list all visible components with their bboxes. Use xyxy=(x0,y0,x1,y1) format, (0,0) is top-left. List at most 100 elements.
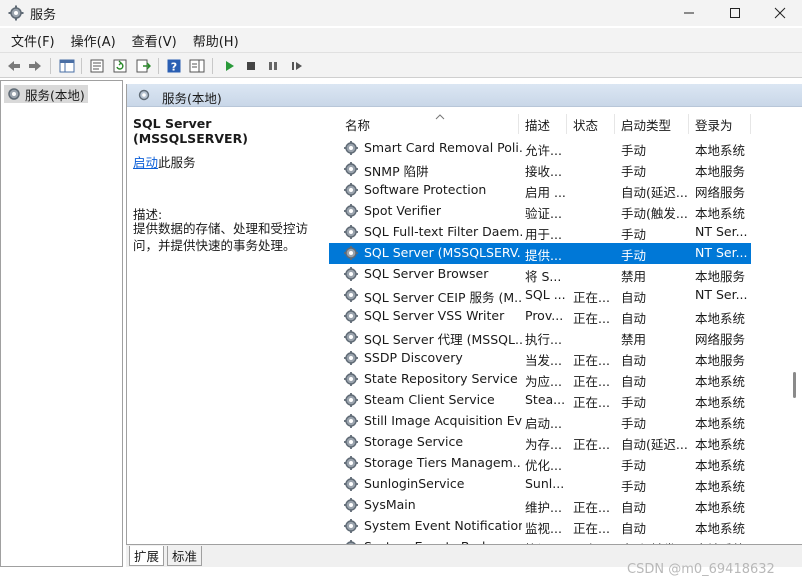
description-text: 提供数据的存储、处理和受控访问，并提供快速的事务处理。 xyxy=(133,221,309,253)
service-row[interactable]: SQL Full-text Filter Daem... 用于... 手动 NT Se… xyxy=(329,222,751,243)
pause-service-button[interactable] xyxy=(264,57,282,75)
service-row[interactable]: System Events Broker协调...正在...自动(触发...本地… xyxy=(329,537,751,544)
service-logon-as: 本地系统 xyxy=(695,311,746,326)
service-name: System Event Notification... xyxy=(364,518,522,533)
refresh-button[interactable] xyxy=(111,57,129,75)
service-description: Prov... xyxy=(525,308,564,323)
column-header-status[interactable]: 状态 xyxy=(567,114,615,134)
export-icon xyxy=(136,59,151,73)
service-startup-type: 手动 xyxy=(621,227,647,242)
service-row[interactable]: Steam Client Service Stea... 正在... 手动 本地系统 xyxy=(329,390,751,411)
service-startup-type: 自动(延迟... xyxy=(621,185,688,200)
service-name: Steam Client Service xyxy=(364,392,495,407)
menu-help[interactable]: 帮助(H) xyxy=(188,31,244,50)
service-gear-icon xyxy=(343,140,359,156)
service-description: 启用 ... xyxy=(525,185,566,200)
console-tree-icon xyxy=(59,59,75,73)
maximize-button[interactable] xyxy=(712,0,758,26)
start-service-link[interactable]: 启动 xyxy=(133,155,158,170)
service-row[interactable]: Spot Verifier 验证... 手动(触发... 本地系统 xyxy=(329,201,751,222)
help-button[interactable]: ? xyxy=(165,57,183,75)
stop-icon xyxy=(247,62,255,70)
service-description: 优化... xyxy=(525,458,562,473)
service-gear-icon xyxy=(343,350,359,366)
tab-standard[interactable]: 标准 xyxy=(167,546,203,566)
service-row[interactable]: SQL Server CEIP 服务 (M... SQL ... 正在... 自动 NT… xyxy=(329,285,751,306)
service-logon-as: 本地服务 xyxy=(695,353,746,368)
service-row[interactable]: SSDP Discovery 当发... 正在... 自动 本地服务 xyxy=(329,348,751,369)
close-button[interactable] xyxy=(757,0,802,26)
service-description: 允许... xyxy=(525,143,562,158)
service-row[interactable]: SunloginService Sunl... 手动 本地系统 xyxy=(329,474,751,495)
service-logon-as: NT Ser... xyxy=(695,287,748,302)
service-startup-type: 手动 xyxy=(621,458,647,473)
service-startup-type: 手动 xyxy=(621,143,647,158)
list-header: 名称 描述 状态 启动类型 登录为 xyxy=(329,108,802,136)
service-status: 正在... xyxy=(573,311,610,326)
menu-file[interactable]: 文件(F) xyxy=(6,31,60,50)
service-logon-as: 本地系统 xyxy=(695,416,746,431)
column-header-logon-as[interactable]: 登录为 xyxy=(689,114,751,134)
service-row[interactable]: Software Protection 启用 ... 自动(延迟... 网络服务 xyxy=(329,180,751,201)
service-startup-type: 手动 xyxy=(621,395,647,410)
service-gear-icon xyxy=(343,161,359,177)
service-row[interactable]: SQL Server (MSSQLSERV... 提供... 手动 NT Ser... xyxy=(329,243,751,264)
service-name: SQL Server 代理 (MSSQL... xyxy=(364,332,522,347)
service-logon-as: 本地系统 xyxy=(695,395,746,410)
service-logon-as: 本地系统 xyxy=(695,374,746,389)
vertical-scrollbar[interactable] xyxy=(787,104,802,544)
service-status: 正在... xyxy=(573,437,610,452)
menu-view[interactable]: 查看(V) xyxy=(127,31,182,50)
service-row[interactable]: Storage Tiers Managem... 优化... 手动 本地系统 xyxy=(329,453,751,474)
service-status: 正在... xyxy=(573,500,610,515)
service-description: SQL ... xyxy=(525,287,566,302)
minimize-button[interactable] xyxy=(666,0,712,26)
service-row[interactable]: Still Image Acquisition Ev... 启动... 手动 本地系统 xyxy=(329,411,751,432)
column-header-description[interactable]: 描述 xyxy=(519,114,567,134)
scrollbar-thumb[interactable] xyxy=(793,372,796,398)
stop-service-button[interactable] xyxy=(242,57,260,75)
restart-icon xyxy=(292,62,302,70)
service-row[interactable]: SQL Server VSS Writer Prov... 正在... 自动 本地系统 xyxy=(329,306,751,327)
service-detail-panel: SQL Server (MSSQLSERVER) 启动此服务 描述: 提供数据的… xyxy=(127,108,329,544)
start-service-button[interactable] xyxy=(220,57,238,75)
action-pane-button[interactable] xyxy=(188,57,206,75)
menu-action[interactable]: 操作(A) xyxy=(66,31,121,50)
service-row[interactable]: SQL Server Browser 将 S... 禁用 本地服务 xyxy=(329,264,751,285)
properties-button[interactable] xyxy=(88,57,106,75)
toolbar-separator xyxy=(50,58,51,74)
tree-item-services-local[interactable]: 服务(本地) xyxy=(4,85,88,103)
restart-service-button[interactable] xyxy=(288,57,306,75)
service-logon-as: 本地服务 xyxy=(695,269,746,284)
forward-button[interactable] xyxy=(26,57,44,75)
service-row[interactable]: Storage Service 为存... 正在... 自动(延迟... 本地系统 xyxy=(329,432,751,453)
service-row[interactable]: SQL Server 代理 (MSSQL... 执行... 禁用 网络服务 xyxy=(329,327,751,348)
service-startup-type: 手动 xyxy=(621,164,647,179)
service-description: 监视... xyxy=(525,521,562,536)
export-list-button[interactable] xyxy=(134,57,152,75)
service-gear-icon xyxy=(343,308,359,324)
watermark: CSDN @m0_69418632 xyxy=(627,562,775,577)
tab-extended[interactable]: 扩展 xyxy=(129,546,165,566)
service-description: 提供... xyxy=(525,248,562,263)
service-row[interactable]: SysMain 维护... 正在... 自动 本地系统 xyxy=(329,495,751,516)
pane-header: 服务(本地) xyxy=(127,84,802,107)
service-row[interactable]: State Repository Service 为应... 正在... 自动 本地系统 xyxy=(329,369,751,390)
minimize-icon xyxy=(684,12,694,14)
service-row[interactable]: Smart Card Removal Poli... 允许... 手动 本地系统 xyxy=(329,138,751,159)
service-gear-icon xyxy=(343,329,359,345)
service-description: 维护... xyxy=(525,500,562,515)
services-pane: 服务(本地) SQL Server (MSSQLSERVER) 启动此服务 描述… xyxy=(126,84,802,544)
service-name: SQL Server VSS Writer xyxy=(364,308,505,323)
service-row[interactable]: SNMP 陷阱 接收... 手动 本地服务 xyxy=(329,159,751,180)
service-name: SQL Full-text Filter Daem... xyxy=(364,224,522,239)
service-logon-as: 本地系统 xyxy=(695,479,746,494)
column-header-name[interactable]: 名称 xyxy=(339,114,519,134)
properties-icon xyxy=(90,59,104,73)
column-header-startup-type[interactable]: 启动类型 xyxy=(615,114,689,134)
service-name: State Repository Service xyxy=(364,371,518,386)
service-row[interactable]: System Event Notification... 监视... 正在... 自动… xyxy=(329,516,751,537)
service-startup-type: 自动 xyxy=(621,290,647,305)
back-button[interactable] xyxy=(5,57,23,75)
show-hide-tree-button[interactable] xyxy=(58,57,76,75)
